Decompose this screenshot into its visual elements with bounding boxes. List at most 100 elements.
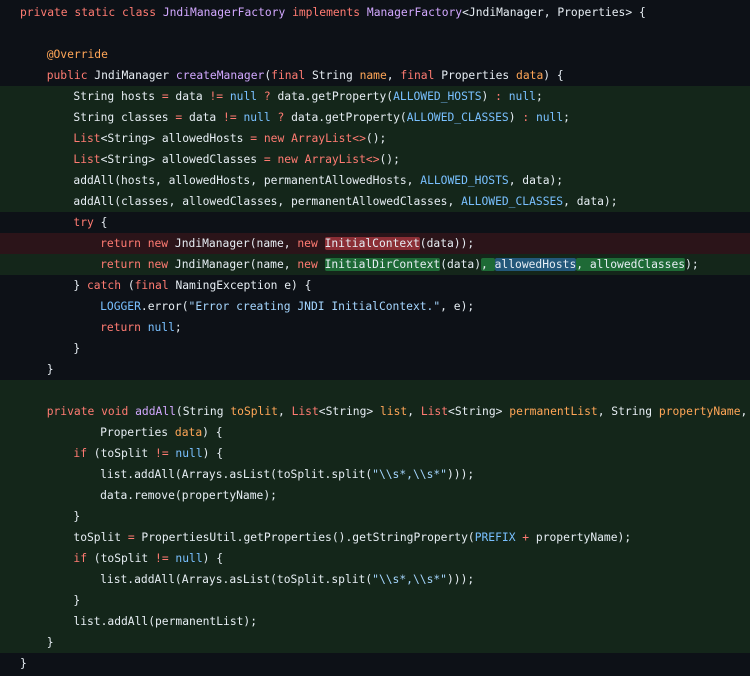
code-token: , allowedClasses — [576, 258, 686, 271]
code-token: Properties — [100, 426, 175, 439]
code-token: + — [522, 531, 536, 544]
code-token: InitialDirContext — [324, 258, 441, 271]
code-token: ) — [481, 90, 496, 103]
code-token: = — [127, 531, 142, 544]
code-token: null — [243, 111, 278, 124]
code-line-added: String hosts = data != null ? data.getPr… — [0, 86, 750, 107]
code-token: data.getProperty( — [277, 90, 394, 103]
code-token: ManagerFactory — [366, 6, 463, 19]
code-token: "\\s*,\\s*" — [372, 468, 447, 481]
code-token: LOGGER — [100, 300, 141, 313]
code-token: null — [147, 321, 175, 334]
code-line-added: toSplit = PropertiesUtil.getProperties()… — [0, 527, 750, 548]
code-line: } — [0, 359, 750, 380]
code-token: , String — [597, 405, 659, 418]
code-token: } — [20, 657, 27, 670]
code-token: ? — [263, 90, 278, 103]
code-token: allowedClasses — [161, 153, 264, 166]
code-token: ALLOWED_HOSTS — [420, 174, 509, 187]
code-token: private void — [46, 405, 136, 418]
code-token: ) — [508, 111, 523, 124]
code-token: InitialContext — [324, 237, 420, 250]
code-line: private static class JndiManagerFactory … — [0, 2, 750, 23]
code-token: } — [73, 279, 87, 292]
code-token: JndiManagerFactory — [162, 6, 293, 19]
code-token: != — [209, 90, 230, 103]
code-line-added: addAll(hosts, allowedHosts, permanentAll… — [0, 170, 750, 191]
code-token: (); — [379, 153, 400, 166]
code-token: final — [134, 279, 176, 292]
code-token: new — [297, 237, 325, 250]
code-token: data.remove(propertyName); — [100, 489, 277, 502]
code-token: allowedHosts — [494, 258, 577, 271]
code-token: ; — [174, 321, 182, 334]
code-line-added: } — [0, 590, 750, 611]
code-token: PREFIX — [474, 531, 523, 544]
code-line-added: data.remove(propertyName); — [0, 485, 750, 506]
code-token: <> — [365, 153, 380, 166]
code-token: null — [175, 552, 203, 565]
code-token: ALLOWED_HOSTS — [393, 90, 482, 103]
code-token: return new — [100, 258, 175, 271]
code-line-added: } — [0, 506, 750, 527]
code-token: <String> — [100, 132, 162, 145]
code-token: catch — [87, 279, 128, 292]
code-token: , — [277, 405, 292, 418]
code-line-added: list.addAll(Arrays.asList(toSplit.split(… — [0, 569, 750, 590]
code-token: data — [189, 111, 224, 124]
code-token: = new — [250, 132, 292, 145]
code-token: addAll — [135, 405, 176, 418]
code-line-removed: return new JndiManager(name, new Initial… — [0, 233, 750, 254]
code-token: ) { — [202, 447, 224, 460]
code-token: addAll(hosts, allowedHosts, permanentAll… — [73, 174, 421, 187]
code-line-added: Properties data) { — [0, 422, 750, 443]
code-token: } — [73, 342, 81, 355]
code-token: , — [407, 405, 421, 418]
code-token: ); — [685, 258, 699, 271]
code-token: new — [297, 258, 325, 271]
code-line: } — [0, 338, 750, 359]
code-token: <String> — [100, 153, 162, 166]
code-token: list — [380, 405, 408, 418]
code-token: "\\s*,\\s*" — [372, 573, 447, 586]
code-token: data.getProperty( — [291, 111, 407, 124]
code-token: data — [174, 426, 203, 439]
code-line-added: list.addAll(Arrays.asList(toSplit.split(… — [0, 464, 750, 485]
code-token: if — [73, 447, 94, 460]
code-token: <JndiManager, Properties> { — [462, 6, 646, 19]
code-line-added: list.addAll(permanentList); — [0, 611, 750, 632]
code-token: ( — [127, 279, 135, 292]
code-token: return new — [100, 237, 175, 250]
code-token: return — [100, 321, 148, 334]
code-token: createManager — [175, 69, 265, 82]
code-token: = new — [263, 153, 305, 166]
code-token: List — [73, 132, 101, 145]
code-token: ) { — [202, 426, 223, 439]
code-line-added: addAll(classes, allowedClasses, permanen… — [0, 191, 750, 212]
code-token: JndiManager — [94, 69, 176, 82]
code-token: public — [46, 69, 95, 82]
code-token: : — [522, 111, 536, 124]
code-token: @Override — [46, 48, 108, 61]
code-token: toSplit — [73, 531, 128, 544]
code-token: name — [359, 69, 387, 82]
code-token: } — [46, 636, 54, 649]
code-token: , data); — [508, 174, 564, 187]
code-token: (String — [175, 405, 231, 418]
code-token: String hosts — [73, 90, 162, 103]
code-token: != — [155, 447, 176, 460]
code-token: private static class — [20, 6, 163, 19]
code-token: null — [535, 111, 564, 124]
code-token: } — [73, 594, 81, 607]
code-token: list.addAll(Arrays.asList(toSplit.split( — [100, 573, 373, 586]
code-line-added: String classes = data != null ? data.get… — [0, 107, 750, 128]
code-token: List — [291, 405, 319, 418]
code-line-added: return new JndiManager(name, new Initial… — [0, 254, 750, 275]
code-token: .error( — [140, 300, 189, 313]
code-line: LOGGER.error("Error creating JNDI Initia… — [0, 296, 750, 317]
code-token: addAll(classes, allowedClasses, permanen… — [73, 195, 462, 208]
code-token: null — [508, 90, 536, 103]
code-token: null — [175, 447, 203, 460]
code-diff-view: private static class JndiManagerFactory … — [0, 0, 750, 676]
code-token: , data); — [563, 195, 618, 208]
